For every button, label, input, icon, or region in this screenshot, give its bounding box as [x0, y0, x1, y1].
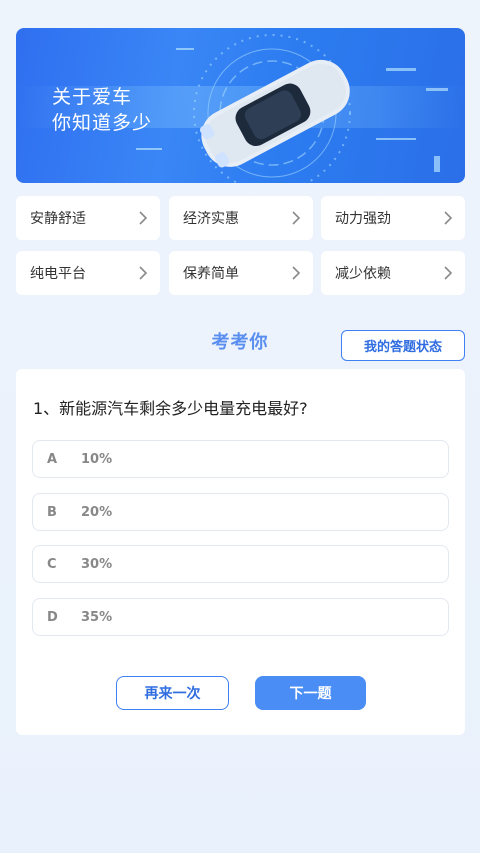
option-d[interactable]: D 35% [32, 598, 449, 636]
option-c[interactable]: C 30% [32, 545, 449, 583]
chevron-right-icon [292, 266, 301, 280]
option-text: 20% [81, 504, 113, 520]
banner-title-line-1: 关于爱车 [52, 86, 133, 108]
option-a[interactable]: A 10% [32, 440, 449, 478]
quiz-section-title: 考考你 [211, 332, 269, 353]
category-item-quiet-comfort[interactable]: 安静舒适 [16, 196, 160, 240]
option-letter: B [47, 504, 57, 520]
question-text: 1、新能源汽车剩余多少电量充电最好? [33, 399, 308, 418]
option-text: 10% [81, 451, 113, 467]
banner-title: 关于爱车 你知道多少 [52, 84, 152, 136]
category-item-easy-maintenance[interactable]: 保养简单 [169, 251, 313, 295]
banner-title-line-2: 你知道多少 [52, 112, 153, 134]
hero-banner[interactable]: 关于爱车 你知道多少 [16, 28, 465, 183]
option-b[interactable]: B 20% [32, 493, 449, 531]
category-label: 经济实惠 [183, 211, 239, 227]
category-label: 纯电平台 [30, 266, 86, 282]
category-item-economical[interactable]: 经济实惠 [169, 196, 313, 240]
option-letter: D [47, 609, 58, 625]
chevron-right-icon [444, 211, 453, 225]
option-text: 30% [81, 556, 113, 572]
chevron-right-icon [444, 266, 453, 280]
next-question-button[interactable]: 下一题 [255, 676, 366, 710]
option-letter: C [47, 556, 57, 572]
chevron-right-icon [139, 266, 148, 280]
category-label: 安静舒适 [30, 211, 86, 227]
option-letter: A [47, 451, 58, 467]
chevron-right-icon [139, 211, 148, 225]
category-label: 保养简单 [183, 266, 239, 282]
category-item-powerful[interactable]: 动力强劲 [321, 196, 465, 240]
category-item-pure-electric[interactable]: 纯电平台 [16, 251, 160, 295]
category-label: 减少依赖 [335, 266, 391, 282]
option-text: 35% [81, 609, 113, 625]
chevron-right-icon [292, 211, 301, 225]
retry-button[interactable]: 再来一次 [116, 676, 229, 710]
answer-status-button[interactable]: 我的答题状态 [341, 330, 465, 361]
category-item-less-dependency[interactable]: 减少依赖 [321, 251, 465, 295]
question-card: 1、新能源汽车剩余多少电量充电最好? A 10% B 20% C 30% D 3… [16, 369, 465, 735]
category-label: 动力强劲 [335, 211, 391, 227]
